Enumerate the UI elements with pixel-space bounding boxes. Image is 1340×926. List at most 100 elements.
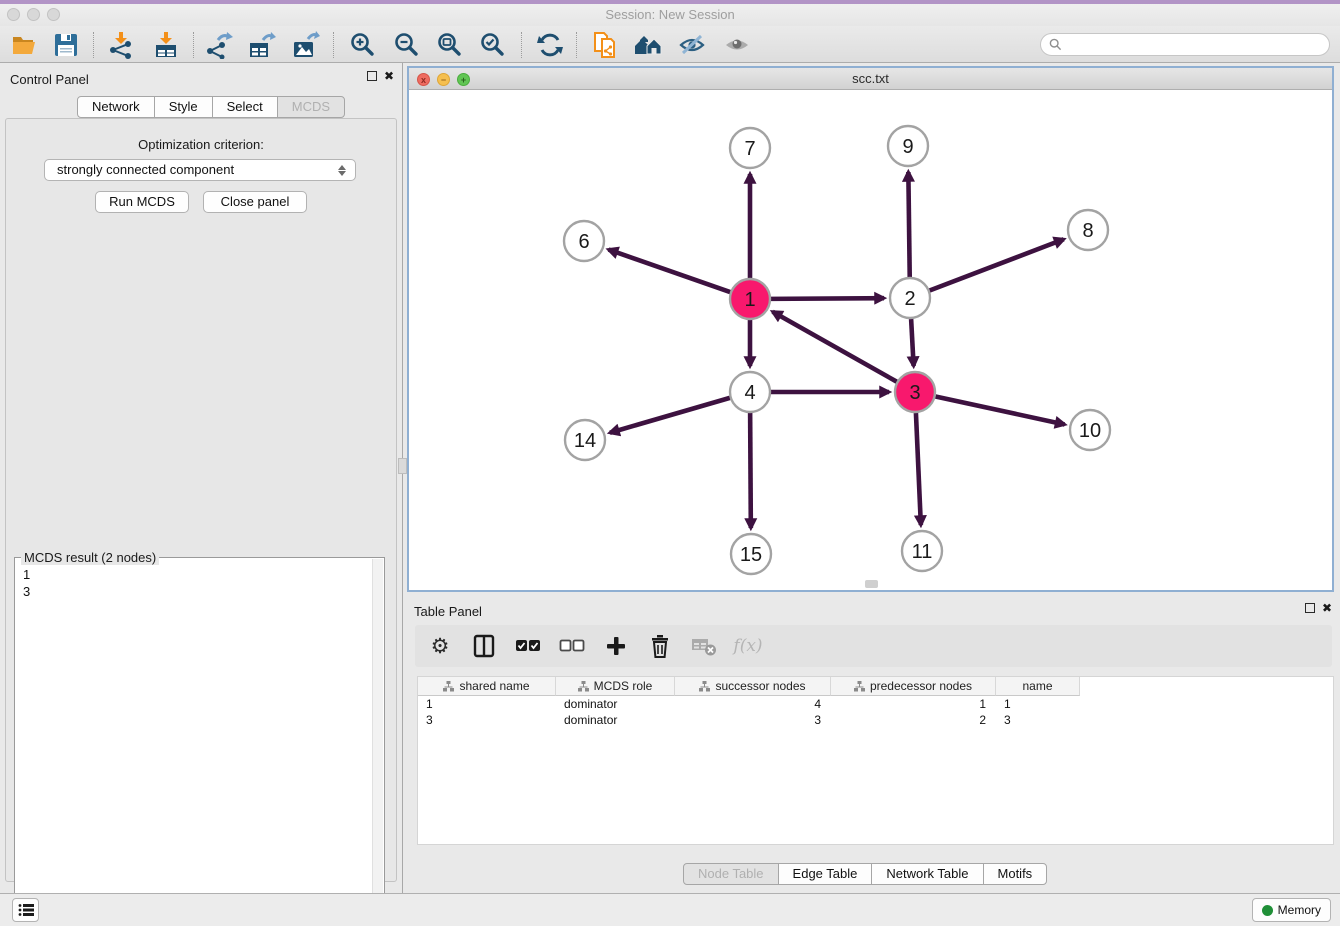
- node-2[interactable]: 2: [890, 278, 930, 318]
- table-tab-network-table[interactable]: Network Table: [871, 863, 983, 885]
- table-cell[interactable]: 3: [418, 712, 556, 728]
- node-6[interactable]: 6: [564, 221, 604, 261]
- export-table-icon[interactable]: [247, 30, 277, 60]
- node-15[interactable]: 15: [731, 534, 771, 574]
- edge-3-11[interactable]: [916, 413, 921, 525]
- node-10[interactable]: 10: [1070, 410, 1110, 450]
- tab-style[interactable]: Style: [154, 96, 213, 118]
- zoom-out-icon[interactable]: [392, 30, 422, 60]
- node-label: 2: [904, 288, 915, 310]
- table-settings-icon[interactable]: ⚙: [427, 633, 453, 659]
- table-cell[interactable]: dominator: [556, 696, 675, 712]
- delete-table-icon[interactable]: [691, 633, 717, 659]
- run-mcds-button[interactable]: Run MCDS: [95, 191, 189, 213]
- table-tab-motifs[interactable]: Motifs: [983, 863, 1048, 885]
- export-network-icon[interactable]: [204, 30, 234, 60]
- table-cell[interactable]: 3: [675, 712, 831, 728]
- tab-select[interactable]: Select: [212, 96, 278, 118]
- column-layout-icon[interactable]: [471, 633, 497, 659]
- import-table-icon[interactable]: [151, 30, 181, 60]
- table-panel: Table Panel ✖ ⚙ f(x) shared nameMCDS rol…: [404, 595, 1340, 893]
- memory-button[interactable]: Memory: [1252, 898, 1331, 922]
- column-header-successor-nodes[interactable]: successor nodes: [675, 677, 831, 696]
- column-header-mcds-role[interactable]: MCDS role: [556, 677, 675, 696]
- float-panel-icon[interactable]: [367, 71, 377, 81]
- table-row[interactable]: 3dominator323: [418, 712, 1333, 728]
- edge-2-9[interactable]: [908, 172, 909, 277]
- node-1[interactable]: 1: [730, 279, 770, 319]
- show-all-eye-icon[interactable]: [722, 30, 752, 60]
- table-cell[interactable]: 1: [996, 696, 1080, 712]
- mcds-result-box: MCDS result (2 nodes) 13: [14, 557, 385, 926]
- node-9[interactable]: 9: [888, 126, 928, 166]
- panel-divider-grip[interactable]: [398, 458, 407, 474]
- zoom-fit-icon[interactable]: [435, 30, 465, 60]
- close-panel-icon[interactable]: ✖: [384, 71, 394, 81]
- table-cell[interactable]: 2: [831, 712, 996, 728]
- table-cell[interactable]: 4: [675, 696, 831, 712]
- zoom-selected-icon[interactable]: [478, 30, 508, 60]
- search-field[interactable]: [1040, 33, 1330, 56]
- app-title: Session: New Session: [0, 7, 1340, 22]
- table-tab-edge-table[interactable]: Edge Table: [778, 863, 873, 885]
- zoom-in-icon[interactable]: [348, 30, 378, 60]
- network-window-titlebar[interactable]: x − + scc.txt: [409, 68, 1332, 90]
- open-session-icon[interactable]: [9, 30, 39, 60]
- import-network-icon[interactable]: [106, 30, 136, 60]
- save-session-icon[interactable]: [51, 30, 81, 60]
- float-table-panel-icon[interactable]: [1305, 603, 1315, 613]
- edge-3-10[interactable]: [936, 396, 1065, 424]
- criterion-dropdown[interactable]: strongly connected component: [44, 159, 356, 181]
- table-tab-node-table[interactable]: Node Table: [683, 863, 779, 885]
- edge-1-6[interactable]: [609, 250, 731, 292]
- apply-function-icon[interactable]: f(x): [735, 633, 761, 659]
- tab-mcds[interactable]: MCDS: [277, 96, 345, 118]
- edge-4-14[interactable]: [610, 398, 730, 433]
- column-header-name[interactable]: name: [996, 677, 1080, 696]
- table-tabs: Node TableEdge TableNetwork TableMotifs: [683, 863, 1047, 885]
- home-layout-icon[interactable]: [633, 30, 663, 60]
- edge-3-1[interactable]: [773, 312, 897, 382]
- delete-row-trash-icon[interactable]: [647, 633, 673, 659]
- tab-network[interactable]: Network: [77, 96, 155, 118]
- table-cell[interactable]: 1: [418, 696, 556, 712]
- table-cell[interactable]: 3: [996, 712, 1080, 728]
- node-4[interactable]: 4: [730, 372, 770, 412]
- node-7[interactable]: 7: [730, 128, 770, 168]
- table-cell[interactable]: 1: [831, 696, 996, 712]
- select-all-icon[interactable]: [515, 633, 541, 659]
- table-row[interactable]: 1dominator411: [418, 696, 1333, 712]
- close-table-panel-icon[interactable]: ✖: [1322, 603, 1332, 613]
- optimization-criterion-label: Optimization criterion:: [6, 137, 396, 152]
- add-row-icon[interactable]: [603, 633, 629, 659]
- deselect-all-icon[interactable]: [559, 633, 585, 659]
- refresh-layout-icon[interactable]: [535, 30, 565, 60]
- list-icon: [18, 903, 34, 917]
- node-label: 8: [1082, 220, 1093, 242]
- network-canvas[interactable]: 7 9 6 8 1 2 4 3 14 10 15 11: [409, 90, 1332, 590]
- hide-selected-eye-icon[interactable]: [677, 30, 707, 60]
- node-3[interactable]: 3: [895, 372, 935, 412]
- search-input[interactable]: [1066, 38, 1329, 52]
- column-header-label: MCDS role: [594, 679, 653, 693]
- column-header-label: successor nodes: [715, 679, 805, 693]
- edge-2-8[interactable]: [930, 239, 1064, 290]
- task-history-button[interactable]: [12, 898, 39, 922]
- column-header-shared-name[interactable]: shared name: [418, 677, 556, 696]
- node-14[interactable]: 14: [565, 420, 605, 460]
- column-header-predecessor-nodes[interactable]: predecessor nodes: [831, 677, 996, 696]
- export-image-icon[interactable]: [291, 30, 321, 60]
- node-label: 14: [574, 430, 596, 452]
- memory-label: Memory: [1278, 903, 1321, 917]
- edge-2-3[interactable]: [911, 319, 914, 366]
- node-8[interactable]: 8: [1068, 210, 1108, 250]
- edge-4-15[interactable]: [750, 413, 751, 528]
- column-type-icon: [854, 681, 865, 692]
- node-11[interactable]: 11: [902, 531, 942, 571]
- result-scrollbar[interactable]: [372, 559, 383, 926]
- edge-1-2[interactable]: [771, 298, 884, 299]
- close-panel-button[interactable]: Close panel: [203, 191, 307, 213]
- network-resize-grip[interactable]: [865, 580, 878, 588]
- table-cell[interactable]: dominator: [556, 712, 675, 728]
- clone-network-icon[interactable]: [590, 30, 620, 60]
